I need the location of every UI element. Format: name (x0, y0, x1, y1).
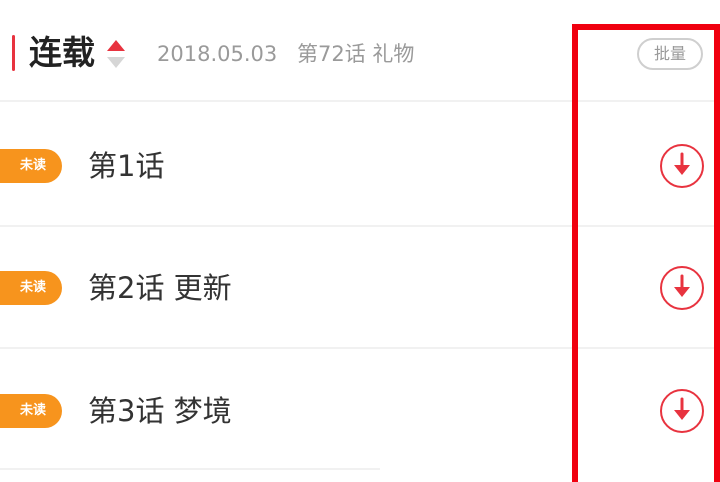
download-icon[interactable] (659, 143, 705, 189)
divider (0, 468, 380, 470)
batch-download-button[interactable]: 批量 (637, 38, 703, 70)
sort-updown-icon[interactable] (105, 38, 127, 70)
chapter-row[interactable]: 未读 第2话 更新 (0, 226, 720, 346)
unread-badge: 未读 (0, 149, 62, 183)
download-icon[interactable] (659, 265, 705, 311)
chapter-list-header: 连载 2018.05.03 第72话 礼物 批量 (0, 0, 720, 100)
latest-chapter-link[interactable]: 第72话 礼物 (297, 40, 414, 68)
divider (0, 100, 720, 102)
unread-badge: 未读 (0, 271, 62, 305)
unread-badge: 未读 (0, 394, 62, 428)
section-title: 连载 (29, 33, 95, 72)
chapter-title[interactable]: 第1话 (88, 146, 164, 186)
chapter-row[interactable]: 未读 第3话 梦境 (0, 349, 720, 469)
chapter-list-screen: 连载 2018.05.03 第72话 礼物 批量 未读 第1话 未读 第2话 更… (0, 0, 720, 482)
chapter-row[interactable]: 未读 第1话 (0, 104, 720, 224)
chapter-title[interactable]: 第2话 更新 (88, 268, 232, 308)
section-accent-bar (12, 35, 15, 71)
chapter-title[interactable]: 第3话 梦境 (88, 391, 232, 431)
update-date: 2018.05.03 (157, 42, 278, 66)
download-icon[interactable] (659, 388, 705, 434)
